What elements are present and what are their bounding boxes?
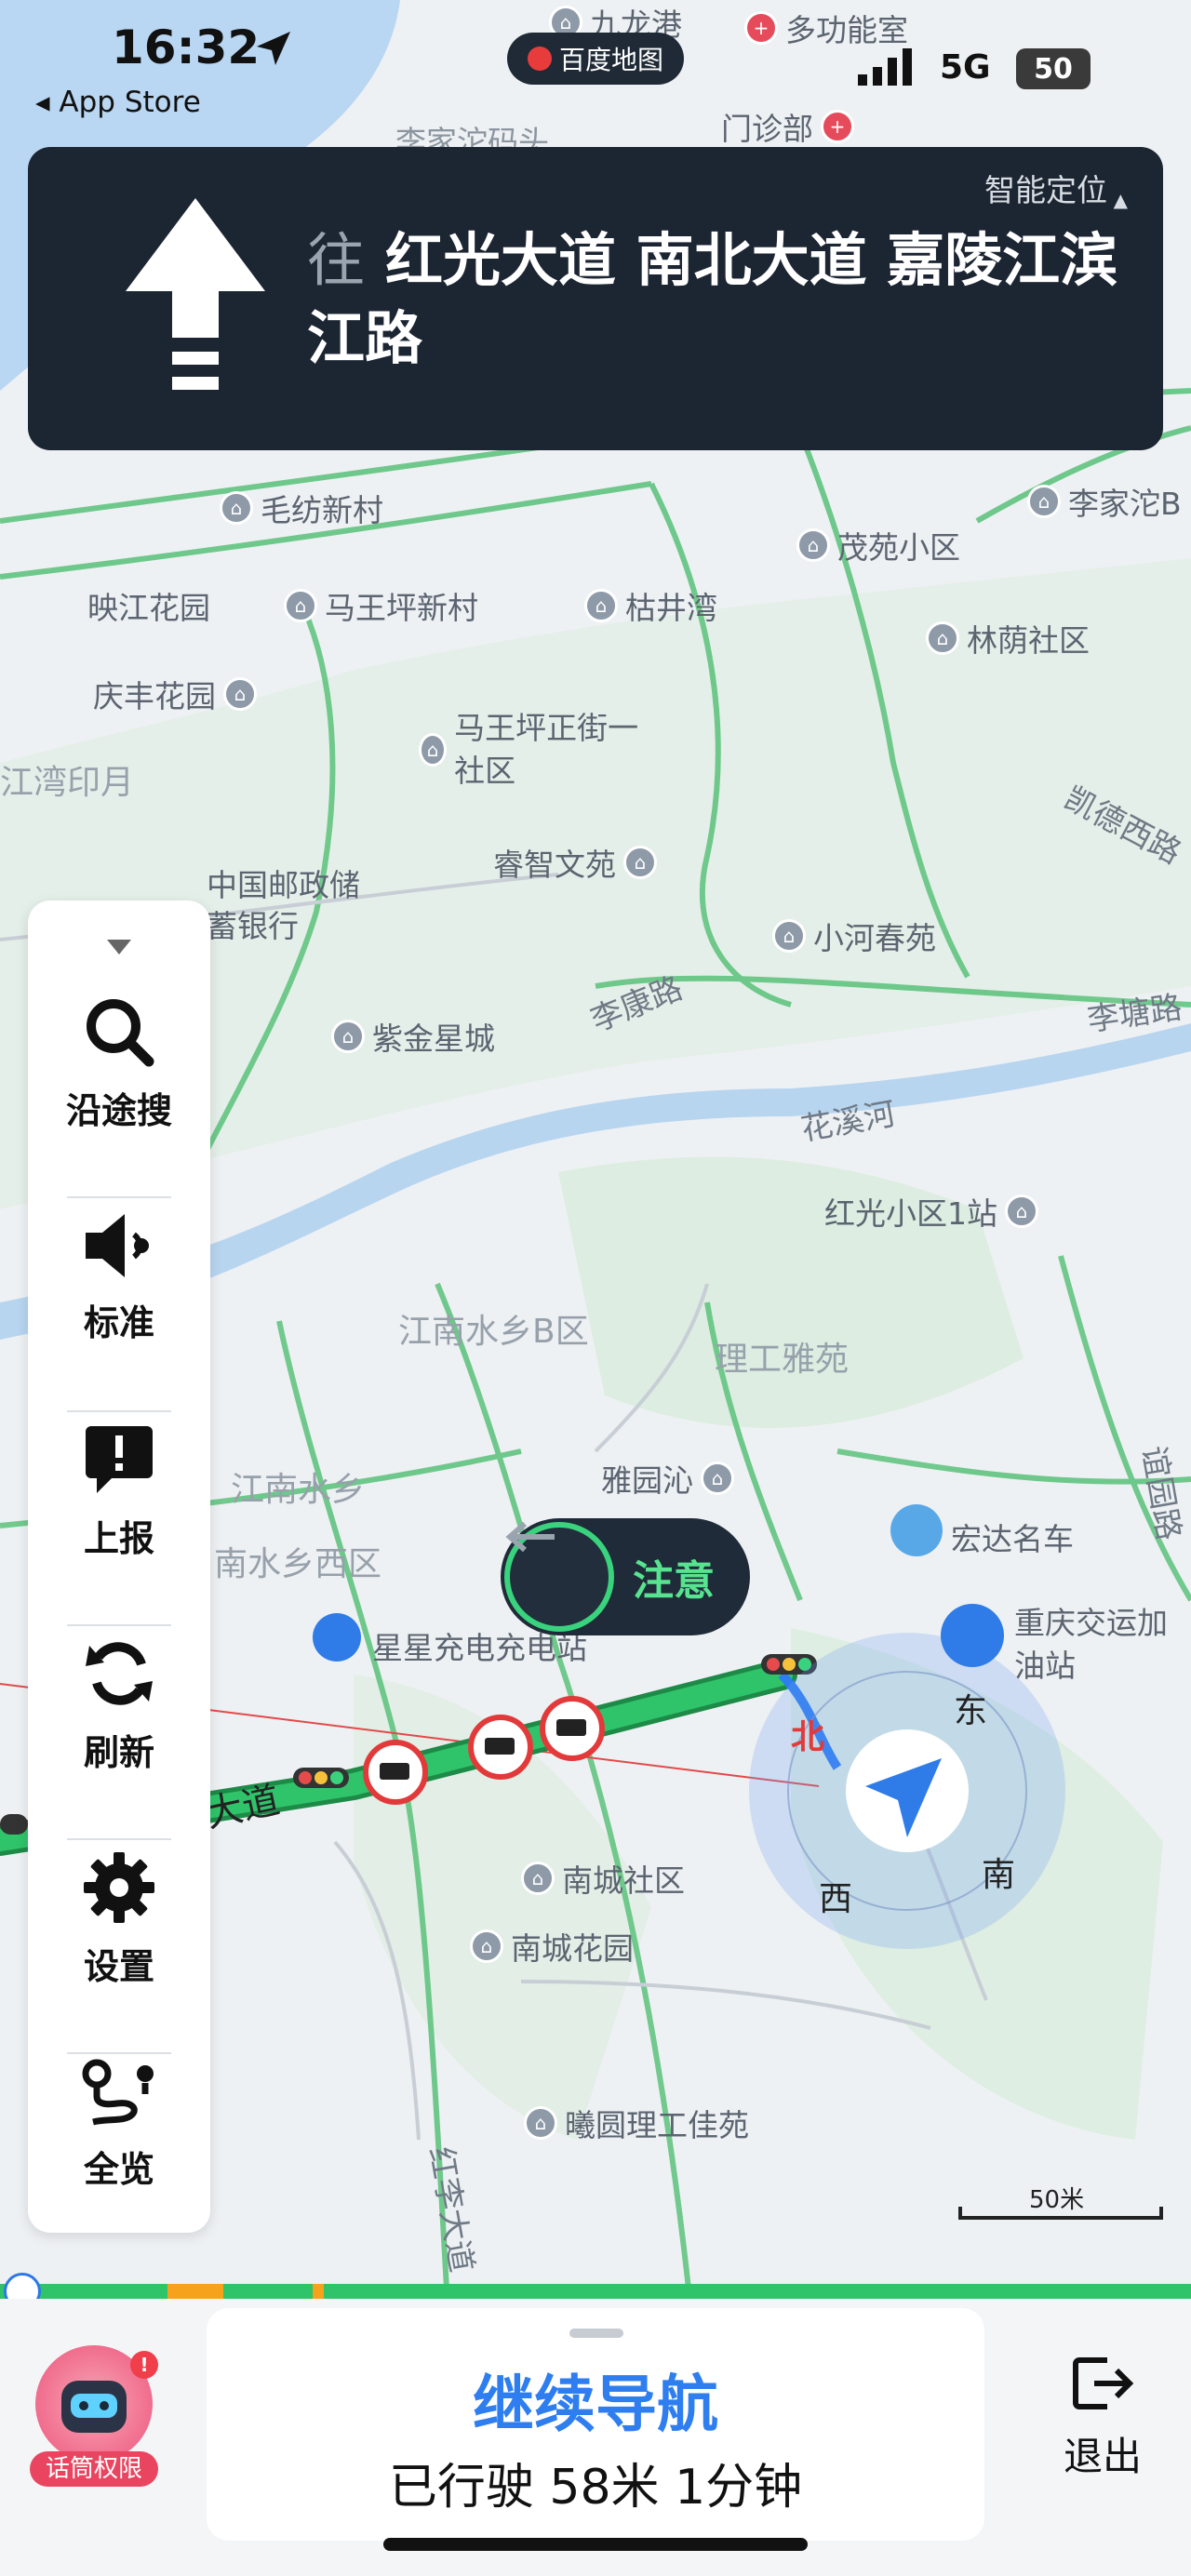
signal-icon — [858, 48, 912, 86]
poi-icon: ⌂ — [524, 2106, 557, 2140]
search-icon — [87, 998, 154, 1066]
gear-icon — [84, 1851, 154, 1923]
trip-progress-info: 已行驶 58米 1分钟 — [388, 2460, 803, 2516]
poi-icon: ⌂ — [1027, 485, 1061, 518]
poi[interactable]: 雅园沁 ⌂ — [601, 1456, 734, 1501]
positioning-mode[interactable]: 智能定位 — [984, 166, 1107, 210]
exit-icon — [1073, 2357, 1134, 2409]
poi[interactable]: ⌂ 南城花园 — [470, 1924, 634, 1969]
voice-mode-button[interactable]: 标准 — [28, 1170, 210, 1384]
poi[interactable]: 中国邮政储蓄银行 — [207, 865, 365, 947]
collapse-panel-button[interactable] — [28, 901, 210, 956]
congestion-segment — [167, 2284, 223, 2299]
route-progress-bar — [0, 2273, 1191, 2310]
poi-icon: ⌂ — [521, 1862, 555, 1895]
poi[interactable]: ⌂ 毛纺新村 — [220, 486, 383, 530]
report-button[interactable]: 上报 — [28, 1384, 210, 1598]
network-type: 5G — [940, 48, 991, 87]
poi-icon: ⌂ — [470, 1929, 503, 1963]
area-label: 江南水乡B区 — [398, 1313, 589, 1351]
report-icon — [86, 1425, 153, 1493]
compass-west: 西 — [819, 1880, 853, 1918]
poi[interactable]: ⌂ 林荫社区 — [926, 616, 1090, 661]
route-overview-icon — [82, 2059, 154, 2125]
area-label: 理工雅苑 — [715, 1341, 850, 1379]
settings-button[interactable]: 设置 — [28, 1812, 210, 2026]
poi[interactable]: 红光小区1站 ⌂ — [824, 1189, 1038, 1234]
poi-icon: ⌂ — [220, 491, 253, 525]
poi[interactable]: ⌂ 李家沱B — [1027, 479, 1182, 524]
drag-handle[interactable] — [569, 2329, 623, 2338]
map-tools-panel: 沿途搜 标准 上报 刷新 设置 全览 — [28, 901, 210, 2233]
back-to-app-link[interactable]: ◂ App Store — [35, 86, 201, 119]
poi-icon: ⌂ — [331, 1020, 365, 1053]
compass-east: 东 — [954, 1692, 988, 1730]
compass-north: 北 — [791, 1718, 825, 1756]
poi-icon: ⌂ — [623, 846, 657, 879]
poi-icon: ⌂ — [223, 677, 257, 711]
chevron-down-icon — [107, 940, 131, 954]
speaker-icon — [86, 1213, 149, 1277]
poi-icon: ⌂ — [926, 621, 959, 655]
baidu-map-icon — [527, 47, 552, 71]
refresh-icon — [86, 1641, 153, 1705]
poi[interactable]: 重庆交运加油站 — [1014, 1602, 1182, 1688]
bottom-navigation-bar: ! 话筒权限 继续导航 已行驶 58米 1分钟 退出 — [0, 2299, 1191, 2576]
poi[interactable]: 宏达名车 — [951, 1515, 1074, 1559]
poi[interactable]: ⌂ 马王坪正街一社区 — [419, 707, 651, 793]
poi-icon: ⌂ — [772, 919, 806, 953]
mic-permission-tag[interactable]: 话筒权限 — [30, 2451, 158, 2487]
area-label: 江湾印月 — [0, 764, 135, 802]
poi[interactable]: ⌂ 小河春苑 — [772, 914, 936, 958]
compass-south: 南 — [982, 1856, 1016, 1894]
guidance-text: 往红光大道 南北大道 嘉陵江滨江路 — [307, 226, 1118, 372]
poi-icon: ⌂ — [419, 733, 448, 767]
poi[interactable]: ⌂ 南城社区 — [521, 1856, 685, 1901]
exit-navigation-button[interactable]: 退出 — [1051, 2355, 1154, 2482]
home-indicator[interactable] — [383, 2538, 808, 2551]
route-overview-button[interactable]: 全览 — [28, 2017, 210, 2231]
refresh-button[interactable]: 刷新 — [28, 1598, 210, 1812]
voice-assistant-button[interactable]: ! 话筒权限 — [30, 2345, 158, 2487]
continue-navigation-button[interactable]: 继续导航 — [207, 2355, 984, 2444]
status-time: 16:32 — [112, 20, 261, 74]
poi[interactable]: 映江花园 — [87, 583, 210, 628]
alert-turn-icon — [504, 1521, 614, 1632]
poi[interactable]: ⌂ 枯井湾 — [584, 583, 717, 628]
poi[interactable]: ⌂ 紫金星城 — [331, 1014, 495, 1059]
traffic-alert[interactable]: 注意 — [501, 1518, 750, 1635]
congestion-segment — [313, 2284, 324, 2299]
poi-icon: ⌂ — [796, 528, 830, 562]
app-indicator-pill[interactable]: 百度地图 — [507, 33, 684, 85]
poi[interactable]: 庆丰花园 ⌂ — [93, 672, 257, 716]
status-bar: 16:32 ◂ App Store 百度地图 5G 50 — [0, 0, 1191, 130]
permission-alert-badge: ! — [130, 2351, 158, 2379]
poi-icon: ⌂ — [284, 589, 317, 622]
location-arrow-icon — [257, 32, 290, 65]
poi-icon: ⌂ — [1005, 1195, 1038, 1228]
battery-icon: 50 — [1016, 48, 1091, 89]
area-label: 南水乡西区 — [214, 1545, 382, 1583]
straight-arrow-icon — [126, 198, 265, 390]
poi-icon: ⌂ — [701, 1462, 734, 1495]
search-along-route-button[interactable]: 沿途搜 — [28, 956, 210, 1170]
continue-navigation-panel[interactable]: 继续导航 已行驶 58米 1分钟 — [207, 2308, 984, 2541]
poi-icon: ⌂ — [584, 589, 618, 622]
poi[interactable]: ⌂ 马王坪新村 — [284, 583, 478, 628]
poi[interactable]: ⌂ 茂苑小区 — [796, 523, 960, 567]
poi[interactable]: 睿智文苑 ⌂ — [493, 840, 657, 885]
poi[interactable]: ⌂ 曦圆理工佳苑 — [524, 2101, 749, 2145]
caret-up-icon: ▲ — [1113, 189, 1128, 211]
navigation-guidance-card[interactable]: 智能定位 ▲ 往红光大道 南北大道 嘉陵江滨江路 — [28, 147, 1163, 450]
alert-text: 注意 — [633, 1557, 715, 1605]
map-scale: 50米 — [958, 2186, 1163, 2223]
area-label: 江南水乡 — [231, 1471, 366, 1509]
